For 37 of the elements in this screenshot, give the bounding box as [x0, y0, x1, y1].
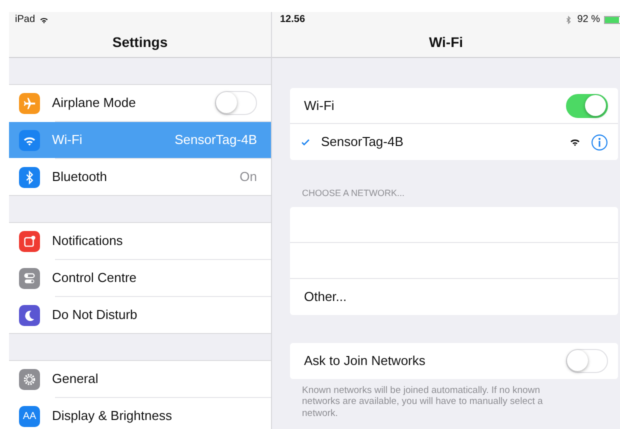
- nav-title: Wi-Fi: [272, 27, 620, 58]
- row-label: Bluetooth: [52, 168, 107, 186]
- section-header: CHOOSE A NETWORK...: [301, 187, 406, 200]
- settings-row[interactable]: Bluetooth On: [9, 159, 271, 195]
- row-value: SensorTag-4B: [174, 131, 257, 150]
- row-label: Do Not Disturb: [52, 306, 138, 324]
- settings-row[interactable]: Control Centre: [9, 260, 271, 296]
- row-value: On: [240, 168, 257, 186]
- network-row[interactable]: SensorTag-4B: [290, 124, 618, 160]
- row-label: Ask to Join Networks: [304, 352, 426, 370]
- display-icon: AA: [19, 406, 40, 426]
- row-label: Other...: [304, 288, 347, 306]
- network-name: SensorTag-4B: [321, 133, 404, 152]
- network-row[interactable]: Other...: [290, 278, 618, 314]
- settings-row[interactable]: AA Display & Brightness: [9, 398, 271, 429]
- row-label: Control Centre: [52, 269, 137, 288]
- settings-row[interactable]: Notifications: [9, 223, 271, 259]
- row-label: Wi-Fi: [304, 96, 334, 115]
- ask-join-toggle[interactable]: [566, 348, 608, 372]
- row-label: General: [52, 370, 98, 388]
- bluetooth-icon: [564, 14, 574, 24]
- nav-title: Settings: [9, 27, 271, 58]
- settings-row[interactable]: Airplane Mode: [9, 85, 271, 121]
- footer-note: Known networks will be joined automatically. If no known networks are available, you will have to manually select a network.: [301, 384, 544, 420]
- status-time: 12.56: [280, 13, 306, 27]
- airplane-toggle[interactable]: [215, 91, 257, 115]
- wifi-toggle[interactable]: [566, 94, 608, 118]
- row-label: Display & Brightness: [52, 407, 172, 426]
- carrier-label: iPad: [15, 13, 36, 27]
- row-label: Notifications: [52, 232, 123, 250]
- row-label: Airplane Mode: [52, 94, 136, 112]
- settings-row[interactable]: Do Not Disturb: [9, 297, 271, 333]
- row-label: Wi-Fi: [52, 131, 82, 150]
- settings-row[interactable]: General: [9, 361, 271, 397]
- checkmark-icon: [300, 136, 311, 148]
- battery-percent: 92 %: [577, 13, 600, 27]
- info-icon: [591, 134, 608, 150]
